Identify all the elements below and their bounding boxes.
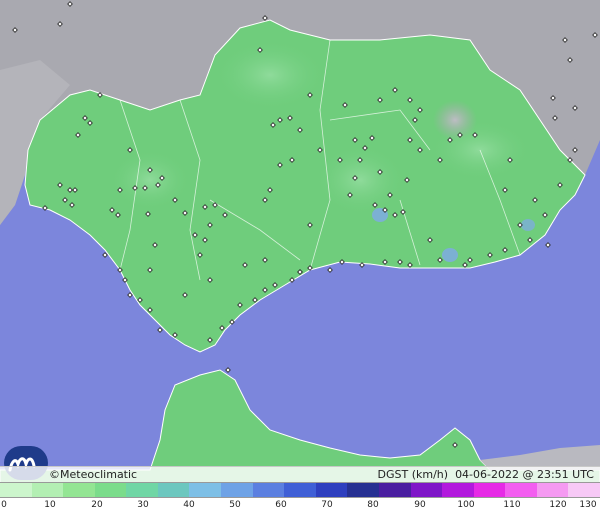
timestamp: 04-06-2022 @ 23:51 UTC <box>455 468 594 481</box>
brand-text: ©Meteoclimatic <box>49 468 138 481</box>
scale-tick-label: 60 <box>275 500 287 510</box>
scale-swatch <box>94 483 128 497</box>
scale-tick-label: 20 <box>91 500 103 510</box>
variable-label: DGST (km/h) <box>377 468 449 481</box>
scale-swatch <box>126 483 159 497</box>
scale-tick-label: 80 <box>367 500 379 510</box>
scale-tick-label: 110 <box>503 500 521 510</box>
gust-spot <box>521 219 535 231</box>
scale-swatch <box>378 483 412 497</box>
scale-swatch <box>473 483 507 497</box>
scale-swatch <box>315 483 349 497</box>
scale-swatch <box>0 483 33 497</box>
scale-swatch <box>410 483 444 497</box>
info-bar: ©Meteoclimatic DGST (km/h) 04-06-2022 @ … <box>0 466 600 482</box>
scale-swatch <box>221 483 254 497</box>
scale-swatch <box>536 483 570 497</box>
scale-swatch <box>347 483 380 497</box>
scale-tick-label: 40 <box>183 500 195 510</box>
scale-swatch <box>157 483 191 497</box>
color-scale <box>0 482 600 498</box>
scale-swatch <box>568 483 600 497</box>
scale-tick-label: 70 <box>321 500 333 510</box>
scale-swatch <box>31 483 65 497</box>
high-terrain-shade <box>433 100 477 140</box>
scale-tick-label: 50 <box>229 500 241 510</box>
terrain-shade <box>215 40 325 110</box>
scale-ticks: 0 10 20 30 40 50 60 70 80 90 100 110 120 130 <box>0 498 600 517</box>
scale-swatch <box>189 483 223 497</box>
scale-swatch <box>63 483 96 497</box>
wind-gust-map <box>0 0 600 517</box>
scale-tick-label: 10 <box>44 500 56 510</box>
scale-swatch <box>442 483 475 497</box>
scale-tick-label: 100 <box>457 500 475 510</box>
terrain-shade <box>110 150 190 210</box>
scale-tick-label: 30 <box>137 500 149 510</box>
scale-tick-label: 90 <box>414 500 426 510</box>
scale-swatch <box>252 483 286 497</box>
map-metadata: DGST (km/h) 04-06-2022 @ 23:51 UTC <box>378 467 594 482</box>
scale-tick-label: 0 <box>1 500 7 510</box>
scale-tick-label: 130 <box>579 500 597 510</box>
gust-spot <box>442 248 458 262</box>
scale-swatch <box>284 483 317 497</box>
scale-tick-label: 120 <box>549 500 567 510</box>
scale-swatch <box>505 483 538 497</box>
